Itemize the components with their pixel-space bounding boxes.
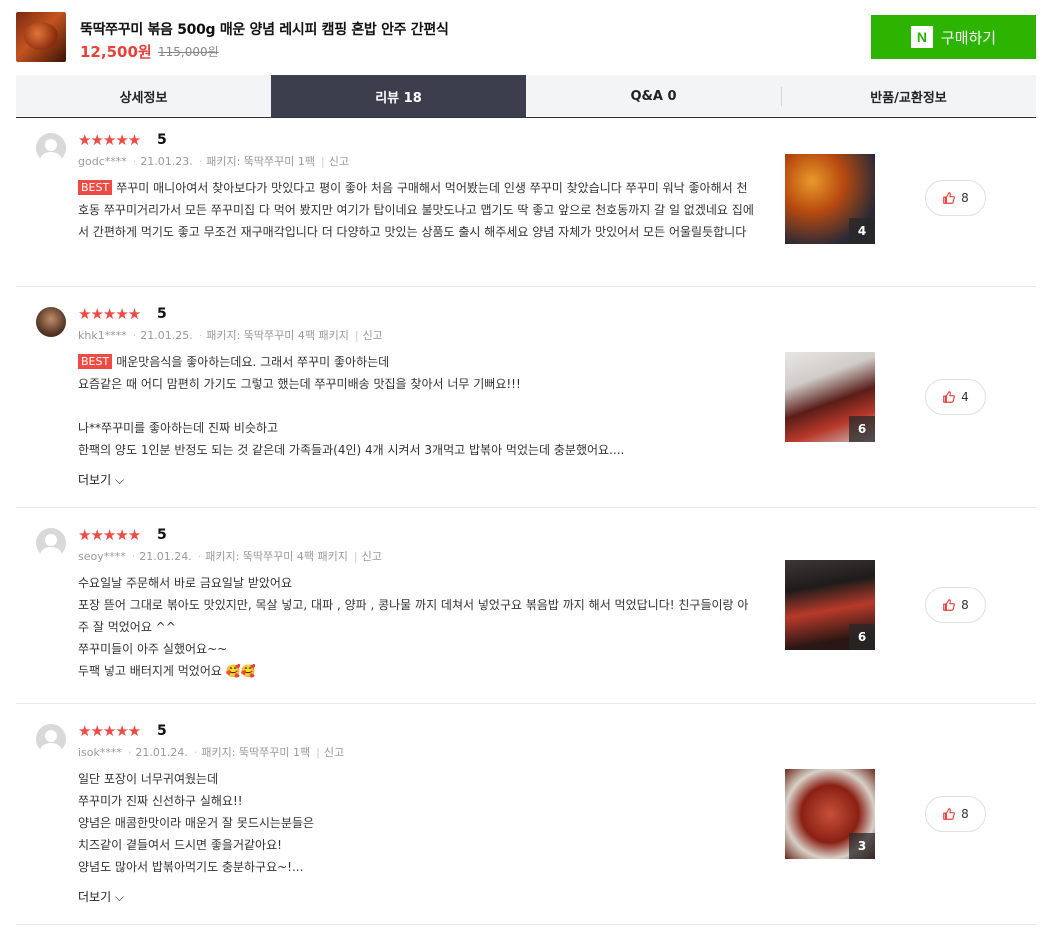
avatar xyxy=(36,724,66,754)
tab-return-exchange[interactable]: 반품/교환정보 xyxy=(781,75,1036,117)
review-user: isok**** xyxy=(78,746,122,759)
more-label: 더보기 xyxy=(78,473,112,487)
review-text: 쭈꾸미 매니아여서 찾아보다가 맛있다고 평이 좋아 처음 구매해서 먹어봤는데… xyxy=(78,181,754,239)
like-button[interactable]: 8 xyxy=(925,796,986,832)
more-button[interactable]: 더보기 ⌵ xyxy=(78,471,124,488)
rating-score: 5 xyxy=(157,527,167,543)
buy-button[interactable]: N 구매하기 xyxy=(871,15,1036,59)
like-button[interactable]: 8 xyxy=(925,180,986,216)
report-link[interactable]: 신고 xyxy=(329,155,349,168)
review-item: ★★★★★ 5 seoy**** · 21.01.24. · 패키지: 뚝딱쭈꾸미 4팩… xyxy=(16,508,1036,704)
review-image[interactable]: 3 xyxy=(785,769,875,859)
star-rating: ★★★★★ xyxy=(78,305,141,323)
review-text: 수요일날 주문해서 바로 금요일날 받았어요 포장 뜯어 그대로 볶아도 맛있지… xyxy=(78,576,749,678)
review-user: khk1**** xyxy=(78,329,127,342)
report-link[interactable]: 신고 xyxy=(362,550,382,563)
review-meta: godc**** · 21.01.23. · 패키지: 뚝딱쭈꾸미 1팩 | 신고 xyxy=(78,155,349,168)
review-date: 21.01.25. xyxy=(140,329,193,342)
review-meta: khk1**** · 21.01.25. · 패키지: 뚝딱쭈꾸미 4팩 패키지 | 신고 xyxy=(78,329,383,342)
star-rating: ★★★★★ xyxy=(78,722,141,740)
best-badge: BEST xyxy=(78,354,113,369)
review-package: 패키지: 뚝딱쭈꾸미 1팩 xyxy=(201,746,311,759)
review-item: ★★★★★ 5 isok**** · 21.01.24. · 패키지: 뚝딱쭈꾸미 1팩… xyxy=(16,704,1036,925)
best-badge: BEST xyxy=(78,180,113,195)
tab-qna[interactable]: Q&A 0 xyxy=(526,75,781,117)
image-count-badge: 3 xyxy=(849,833,875,859)
product-original-price: 115,000원 xyxy=(158,45,219,59)
review-meta: seoy**** · 21.01.24. · 패키지: 뚝딱쭈꾸미 4팩 패키지 | 신고 xyxy=(78,550,382,563)
like-button[interactable]: 4 xyxy=(925,379,986,415)
like-button[interactable]: 8 xyxy=(925,587,986,623)
tab-detail[interactable]: 상세정보 xyxy=(16,75,271,117)
review-item: ★★★★★ 5 godc**** · 21.01.23. · 패키지: 뚝딱쭈꾸미 1팩… xyxy=(16,118,1036,287)
report-link[interactable]: 신고 xyxy=(324,746,344,759)
like-count: 4 xyxy=(961,390,969,404)
thumbs-up-icon xyxy=(943,391,956,403)
chevron-down-icon: ⌵ xyxy=(114,473,125,487)
review-date: 21.01.23. xyxy=(140,155,193,168)
review-item: ★★★★★ 5 khk1**** · 21.01.25. · 패키지: 뚝딱쭈꾸미 4팩… xyxy=(16,287,1036,508)
rating-score: 5 xyxy=(157,132,167,148)
star-rating: ★★★★★ xyxy=(78,526,141,544)
image-count-badge: 6 xyxy=(849,624,875,650)
product-name: 뚝딱쭈꾸미 볶음 500g 매운 양념 레시피 캠핑 혼밥 안주 간편식 xyxy=(80,22,449,38)
more-button[interactable]: 더보기 ⌵ xyxy=(78,888,124,905)
product-thumbnail[interactable] xyxy=(16,12,66,62)
avatar xyxy=(36,528,66,558)
rating-score: 5 xyxy=(157,723,167,739)
buy-button-label: 구매하기 xyxy=(940,29,997,47)
review-text-block: BEST 쭈꾸미 매니아여서 찾아보다가 맛있다고 평이 좋아 처음 구매해서 먹… xyxy=(78,177,758,243)
review-package: 패키지: 뚝딱쭈꾸미 4팩 패키지 xyxy=(205,550,348,563)
rating-score: 5 xyxy=(157,306,167,322)
review-image[interactable]: 6 xyxy=(785,560,875,650)
review-date: 21.01.24. xyxy=(135,746,188,759)
review-image[interactable]: 6 xyxy=(785,352,875,442)
review-image[interactable]: 4 xyxy=(785,154,875,244)
review-package: 패키지: 뚝딱쭈꾸미 4팩 패키지 xyxy=(206,329,349,342)
tab-reviews[interactable]: 리뷰 18 xyxy=(271,75,526,117)
tab-bar: 상세정보 리뷰 18 Q&A 0 반품/교환정보 xyxy=(16,75,1036,118)
image-count-badge: 6 xyxy=(849,416,875,442)
like-count: 8 xyxy=(961,598,969,612)
like-count: 8 xyxy=(961,191,969,205)
review-package: 패키지: 뚝딱쭈꾸미 1팩 xyxy=(206,155,316,168)
report-link[interactable]: 신고 xyxy=(363,329,383,342)
review-date: 21.01.24. xyxy=(139,550,192,563)
review-user: seoy**** xyxy=(78,550,126,563)
review-text: 일단 포장이 너무귀여웠는데 쭈꾸미가 진짜 신선하구 실해요!! 양념은 매콤… xyxy=(78,772,315,874)
thumbs-up-icon xyxy=(943,192,956,204)
more-label: 더보기 xyxy=(78,890,112,904)
review-user: godc**** xyxy=(78,155,127,168)
naver-pay-icon: N xyxy=(910,26,933,48)
image-count-badge: 4 xyxy=(849,218,875,244)
thumbs-up-icon xyxy=(943,808,956,820)
avatar xyxy=(36,307,66,337)
product-header: 뚝딱쭈꾸미 볶음 500g 매운 양념 레시피 캠핑 혼밥 안주 간편식 12,… xyxy=(0,0,1064,75)
like-count: 8 xyxy=(961,807,969,821)
review-text: 매운맛음식을 좋아하는데요. 그래서 쭈꾸미 좋아하는데 요즘같은 때 어디 맘… xyxy=(78,355,625,457)
avatar xyxy=(36,133,66,163)
chevron-down-icon: ⌵ xyxy=(114,890,125,904)
review-text-block: BEST 매운맛음식을 좋아하는데요. 그래서 쭈꾸미 좋아하는데 요즘같은 때 … xyxy=(78,351,758,461)
thumbs-up-icon xyxy=(943,599,956,611)
review-meta: isok**** · 21.01.24. · 패키지: 뚝딱쭈꾸미 1팩 | 신고 xyxy=(78,746,345,759)
star-rating: ★★★★★ xyxy=(78,131,141,149)
product-price: 12,500원 xyxy=(80,43,152,61)
